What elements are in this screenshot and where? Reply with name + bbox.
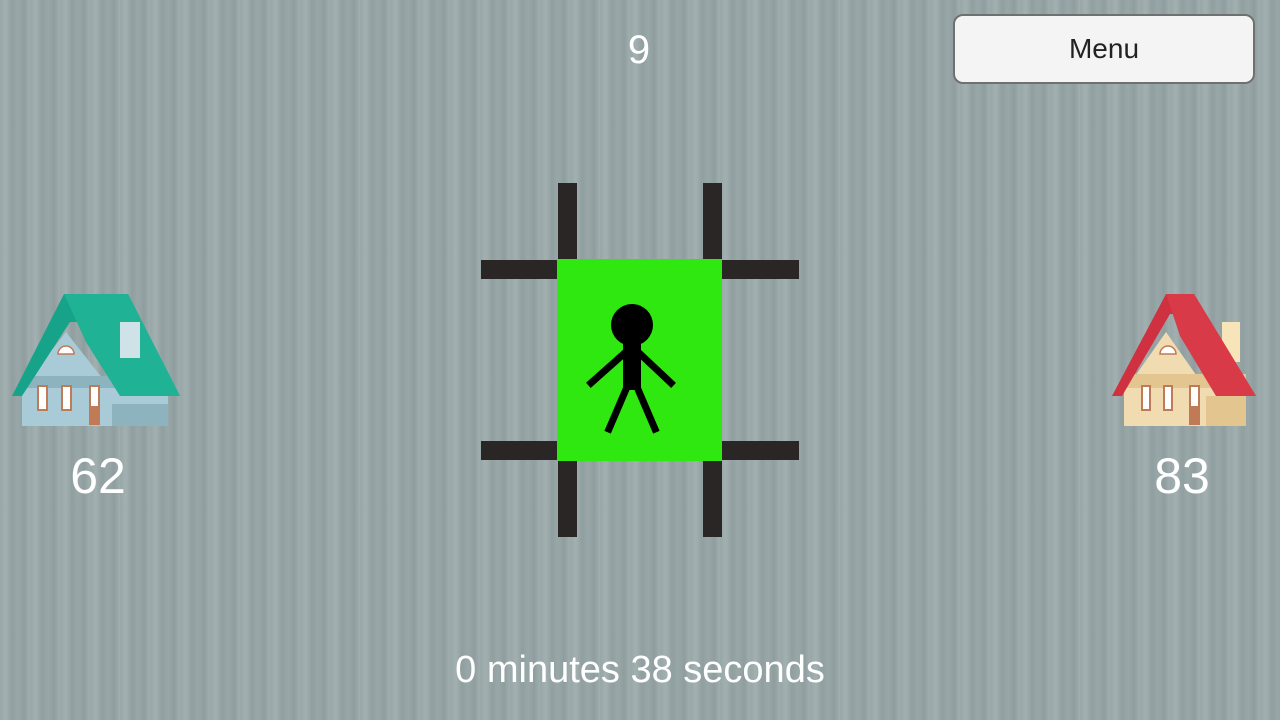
elapsed-time: 0 minutes 38 seconds	[455, 649, 825, 691]
menu-button[interactable]: Menu	[953, 14, 1255, 84]
stick-figure-icon	[586, 304, 676, 434]
right-house-score: 83	[1154, 448, 1210, 504]
grid-line-top-right-vertical	[703, 183, 722, 259]
grid-line-bottom-left-vertical	[558, 460, 577, 537]
grid-line-left-lower-horizontal	[481, 441, 558, 460]
grid-line-bottom-right-vertical	[703, 460, 722, 537]
grid-line-left-upper-horizontal	[481, 260, 558, 279]
grid-line-right-lower-horizontal	[722, 441, 799, 460]
right-house-icon	[1110, 292, 1260, 433]
left-house-score: 62	[70, 448, 126, 504]
left-house-icon	[8, 292, 182, 433]
player-tile[interactable]	[557, 259, 722, 461]
move-counter: 9	[627, 28, 651, 72]
grid-line-top-left-vertical	[558, 183, 577, 259]
grid-line-right-upper-horizontal	[722, 260, 799, 279]
